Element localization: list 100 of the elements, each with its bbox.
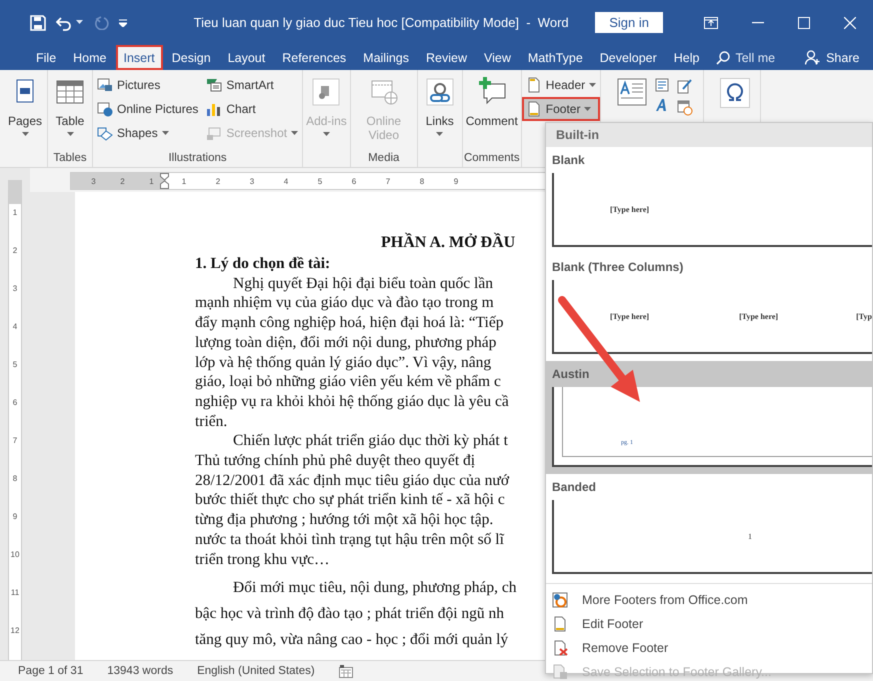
group-label: Media [368,152,400,166]
ribbon-button[interactable]: Header [522,74,600,96]
gallery-item-label: Blank [552,153,586,167]
macro-icon[interactable] [338,664,353,678]
ruler-number: 1 [12,208,18,219]
online-picture-icon [97,101,113,117]
placeholder-text: 1 [748,532,752,540]
ribbon-button[interactable]: SmartArt [203,74,302,96]
undo-icon[interactable] [56,14,72,30]
ruler-number: 10 [10,550,20,561]
ribbon-button[interactable]: Table [49,74,91,138]
document-line: Đổi mới mục tiêu, nội dung, phương pháp, ch [232,578,517,598]
document-line: nghiệp vụ ra khỏi khỏi hệ thống giáo dục là yêu cầ [195,392,509,412]
group-label: Tables [53,152,87,166]
document-line: triển. [195,412,228,432]
omega-icon[interactable] [720,78,750,108]
ruler-number: 9 [452,176,460,186]
ribbon-tab[interactable]: References [274,45,354,70]
ribbon-button[interactable]: Links [418,74,461,138]
ribbon-button[interactable]: Pages [4,74,46,138]
ribbon-tab[interactable]: Developer [592,45,665,70]
ribbon-tab[interactable]: Mailings [355,45,418,70]
ribbon-tab[interactable]: File [28,45,64,70]
minimize-icon[interactable] [752,22,764,24]
ribbon-tab[interactable]: Insert [116,45,163,70]
ribbon-button[interactable]: Footer [522,98,600,120]
gallery-item[interactable]: Blank [Type here] [546,147,872,254]
document-line: tăng quy mô, vừa nâng cao - học ; đổi mới quản lý [195,630,508,650]
globe-page-icon [552,592,568,608]
ruler-number: 4 [12,322,18,333]
window-title: Tieu luan quan ly giao duc Tieu hoc [Compatibility Mode] - Word [192,15,570,30]
save-icon[interactable] [30,14,46,30]
ruler-number: 1 [148,176,155,186]
ruler-number: 11 [10,588,20,599]
ruler-number: 5 [12,360,18,371]
status-text[interactable]: Page 1 of 31 [18,665,84,677]
quick-parts-icon[interactable] [655,78,670,92]
link-icon [424,76,456,108]
ribbon-button[interactable]: Shapes [94,122,202,144]
close-icon[interactable] [844,16,856,28]
document-line: Chiến lược phát triển giáo dục thời kỳ phát t [232,431,508,452]
shapes-icon [97,125,113,141]
ruler-number: 2 [12,246,18,257]
gallery-item-label: Banded [552,480,598,494]
menu-item[interactable]: Edit Footer [546,612,872,636]
ruler-number: 8 [418,176,426,186]
status-text[interactable]: English (United States) [197,665,315,677]
text-box-icon[interactable] [617,78,648,106]
group-label: Illustrations [168,152,227,166]
gallery-item-label: Austin [552,367,590,381]
ribbon-tab[interactable]: MathType [520,45,591,70]
picture-icon [97,77,113,93]
footer-icon [526,101,542,117]
document-line: mạnh nhiệm vụ của giáo dục và đào tạo trong m [195,293,494,314]
placeholder-text: [Type here] [610,204,650,214]
ruler-number: 1 [180,176,188,186]
ribbon-button[interactable]: Chart [203,98,302,120]
ribbon-button[interactable]: Pictures [94,74,202,96]
gallery-heading: Built-in [546,123,872,147]
ruler-number: 6 [350,176,358,186]
ruler-number: 7 [12,436,18,447]
ribbon-tab[interactable]: Help [666,45,708,70]
signature-icon[interactable] [677,78,694,94]
status-text[interactable]: 13943 words [107,665,174,677]
tell-me-button[interactable]: Tell me [708,45,784,70]
ruler-number: 3 [12,284,18,295]
caret-icon[interactable] [76,20,83,25]
customize-icon[interactable] [119,18,127,26]
ribbon-button[interactable]: Comment [464,74,520,130]
person-icon [805,50,822,65]
placeholder-text: [Typ [856,312,872,320]
ribbon-tab[interactable]: Review [418,45,476,70]
ribbon-button[interactable]: Online Pictures [94,98,202,120]
ribbon-tab[interactable]: View [476,45,519,70]
gallery-item[interactable]: Banded 1 [546,474,872,581]
gallery-item[interactable]: Blank (Three Columns) [Type here] [Type here] [Typ [546,254,872,361]
ruler-number: 4 [282,176,290,186]
ribbon-display-icon[interactable] [704,16,718,28]
ribbon-tab[interactable]: Home [65,45,114,70]
menu-item[interactable]: More Footers from Office.com [546,588,872,612]
placeholder-text: [Type here] [739,312,778,320]
document-line: lớp và hệ thống quản lý giáo dục”. Vì vậy, nâng [195,352,492,372]
footer-page-icon [552,616,568,632]
ribbon-tab[interactable]: Design [164,45,219,70]
date-time-icon[interactable] [677,100,694,116]
screenshot-icon [206,125,222,141]
document-line: triển trong khu vực… [195,550,330,570]
ribbon-tab[interactable]: Layout [220,45,274,70]
document-line: đẩy mạnh công nghiệp hoá, hiện đại hoá là: “Tiếp [195,313,504,333]
sign-in-button[interactable]: Sign in [595,12,663,33]
header-icon [526,77,542,93]
ruler-number: 3 [248,176,256,186]
document-heading: 1. Lý do chọn đề tài: [195,254,330,274]
ruler-number: 6 [12,398,18,409]
maximize-icon[interactable] [798,16,810,28]
document-line: bậc học và trình độ đào tạo ; phát triển đội ngũ nh [195,604,504,624]
document-line: lượng toàn diện, đổi mới nội dung, phương pháp [195,332,496,353]
menu-item[interactable]: Remove Footer [546,636,872,660]
document-line: Thủ tướng chính phủ phê duyệt theo quyết đị [195,451,476,471]
share-button[interactable]: Share [797,45,868,70]
